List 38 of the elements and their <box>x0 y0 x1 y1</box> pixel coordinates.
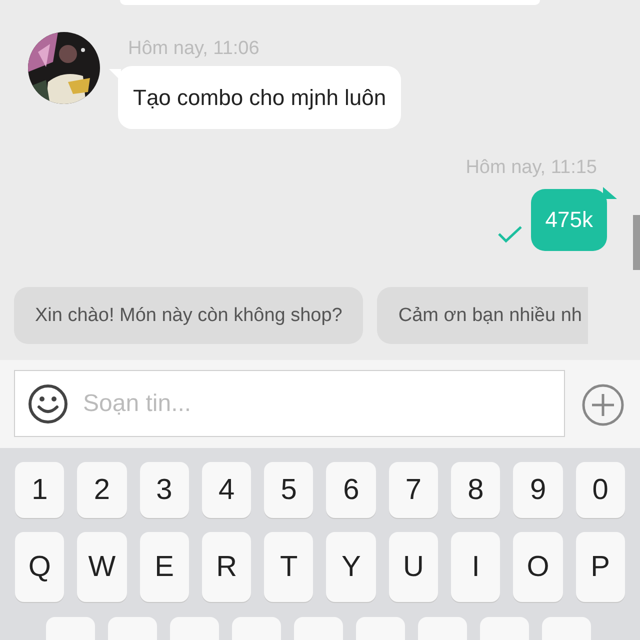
keyboard-key[interactable]: O <box>513 532 563 602</box>
keyboard-key[interactable] <box>294 617 343 640</box>
keyboard-key[interactable]: Q <box>15 532 64 602</box>
keyboard-key[interactable] <box>46 617 95 640</box>
message-bubble: 475k <box>531 189 607 251</box>
bubble-tail <box>603 187 617 199</box>
keyboard-key[interactable]: 1 <box>15 462 64 518</box>
keyboard-key[interactable]: 2 <box>77 462 127 518</box>
keyboard-key[interactable]: 7 <box>388 462 438 518</box>
keyboard-key[interactable]: W <box>77 532 127 602</box>
keyboard-key[interactable]: 6 <box>326 462 376 518</box>
emoji-icon[interactable] <box>28 384 68 424</box>
keyboard-key[interactable] <box>108 617 157 640</box>
message-bubble: Tạo combo cho mjnh luôn <box>118 66 402 129</box>
keyboard-key[interactable]: E <box>140 532 189 602</box>
keyboard-key[interactable]: I <box>451 532 500 602</box>
keyboard-key[interactable] <box>480 617 529 640</box>
keyboard-key[interactable]: R <box>202 532 252 602</box>
quick-reply-chip[interactable]: Xin chào! Món này còn không shop? <box>14 287 364 344</box>
keyboard-key[interactable]: U <box>388 532 438 602</box>
keyboard-key[interactable] <box>356 617 405 640</box>
keyboard-key[interactable]: T <box>264 532 314 602</box>
keyboard-key[interactable]: P <box>576 532 625 602</box>
keyboard-key[interactable] <box>418 617 467 640</box>
add-icon[interactable] <box>582 384 624 426</box>
keyboard-key[interactable]: 0 <box>576 462 625 518</box>
keyboard-key[interactable] <box>542 617 591 640</box>
keyboard-key[interactable]: 8 <box>451 462 500 518</box>
quick-reply-chip[interactable]: Cảm ơn bạn nhiều nh <box>377 287 588 344</box>
keyboard-key[interactable] <box>232 617 281 640</box>
message-input-field[interactable]: Soạn tin... <box>14 370 565 437</box>
scrollbar[interactable] <box>633 215 640 270</box>
keyboard-key[interactable]: Y <box>326 532 376 602</box>
keyboard-key[interactable]: 5 <box>264 462 314 518</box>
keyboard-key[interactable]: 9 <box>513 462 563 518</box>
keyboard-key[interactable]: 4 <box>202 462 252 518</box>
keyboard-key[interactable]: 3 <box>140 462 189 518</box>
keyboard-key[interactable] <box>170 617 219 640</box>
